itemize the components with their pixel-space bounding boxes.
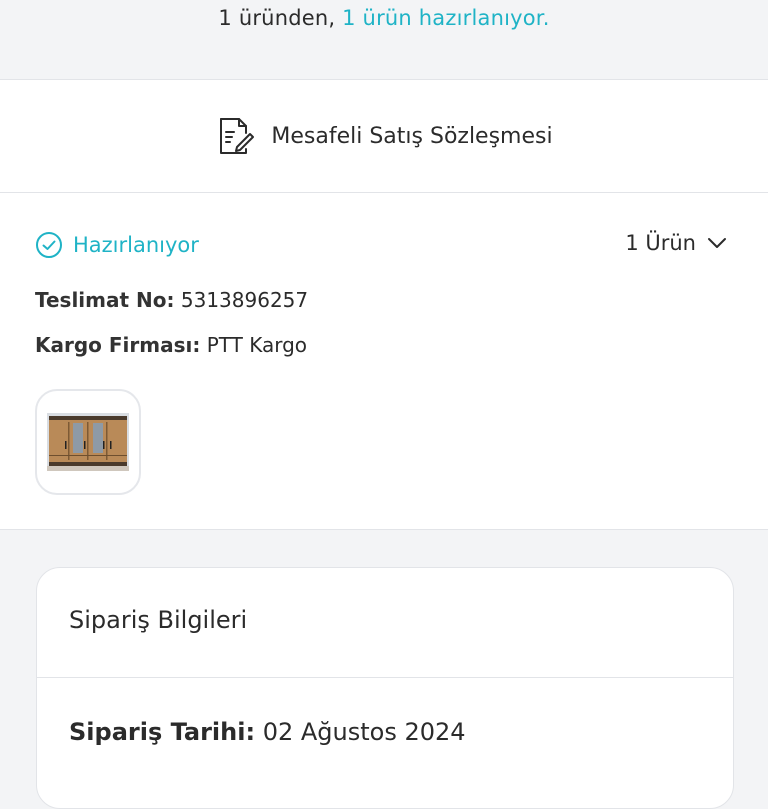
shipment-card: Hazırlanıyor 1 Ürün Teslimat No: 5313896… — [0, 193, 768, 530]
document-edit-icon — [220, 118, 255, 154]
chevron-down-icon — [708, 238, 726, 248]
order-info-title: Sipariş Bilgileri — [69, 606, 248, 634]
delivery-number-value: 5313896257 — [180, 288, 309, 312]
order-date: Sipariş Tarihi: 02 Ağustos 2024 — [69, 718, 466, 746]
carrier-key: Kargo Firması: — [35, 333, 201, 357]
summary-highlight: 1 ürün hazırlanıyor. — [342, 6, 550, 30]
divider — [37, 677, 733, 678]
wardrobe-image — [47, 413, 129, 471]
item-count-toggle[interactable]: 1 Ürün — [625, 231, 728, 255]
summary-prefix: 1 üründen, — [218, 6, 343, 30]
status-label: Hazırlanıyor — [73, 233, 199, 257]
carrier: Kargo Firması: PTT Kargo — [35, 333, 307, 357]
distance-sales-contract-link[interactable]: Mesafeli Satış Sözleşmesi — [0, 80, 768, 193]
item-count-label: 1 Ürün — [625, 231, 696, 255]
order-date-key: Sipariş Tarihi: — [69, 718, 256, 746]
carrier-value: PTT Kargo — [206, 333, 308, 357]
shipment-status: Hazırlanıyor — [35, 231, 199, 259]
order-info-card: Sipariş Bilgileri Sipariş Tarihi: 02 Ağu… — [36, 567, 734, 809]
contract-label: Mesafeli Satış Sözleşmesi — [271, 123, 553, 149]
check-circle-icon — [36, 232, 62, 258]
product-thumbnail[interactable] — [35, 389, 141, 495]
delivery-number-key: Teslimat No: — [35, 288, 175, 312]
order-date-value: 02 Ağustos 2024 — [262, 718, 466, 746]
order-summary-banner: 1 üründen, 1 ürün hazırlanıyor. — [0, 0, 768, 80]
order-summary-text: 1 üründen, 1 ürün hazırlanıyor. — [218, 6, 549, 79]
delivery-number: Teslimat No: 5313896257 — [35, 288, 308, 312]
